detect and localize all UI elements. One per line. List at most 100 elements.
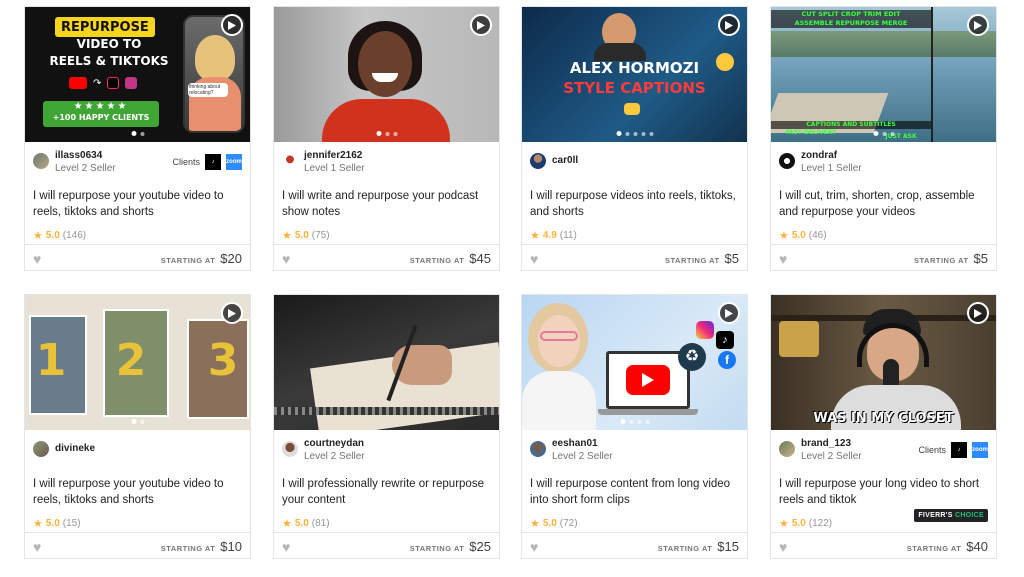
gig-card[interactable]: REPURPOSE VIDEO TO REELS & TIKTOKS ↷ ★★★… [24,6,251,271]
gig-card[interactable]: courtneydan Level 2 Seller I will profes… [273,294,500,559]
seller-name[interactable]: jennifer2162 [304,149,365,162]
carousel-dot[interactable] [620,419,625,424]
gig-thumbnail[interactable]: REPURPOSE VIDEO TO REELS & TIKTOKS ↷ ★★★… [25,7,250,142]
carousel-dot[interactable] [385,131,389,136]
carousel-dots[interactable] [131,131,144,136]
play-button[interactable] [221,14,243,36]
heart-icon[interactable]: ♥ [282,252,290,266]
carousel-dot[interactable] [873,131,878,136]
heart-icon[interactable]: ♥ [779,540,787,554]
phone-presenter [195,35,235,81]
gig-price[interactable]: $40 [966,539,988,554]
gig-card[interactable]: WAS IN MY CLOSET brand_123 Level 2 Selle… [770,294,997,559]
avatar[interactable] [530,153,546,169]
gig-price[interactable]: $10 [220,539,242,554]
seller-info: jennifer2162 Level 1 Seller [282,149,491,177]
heart-icon[interactable]: ♥ [282,540,290,554]
gig-footer: ♥ STARTING AT $20 [25,244,250,272]
carousel-dot[interactable] [641,131,645,136]
gig-price[interactable]: $20 [220,251,242,266]
avatar[interactable] [33,441,49,457]
heart-icon[interactable]: ♥ [530,252,538,266]
gig-price[interactable]: $15 [717,539,739,554]
play-button[interactable] [221,302,243,324]
gig-title[interactable]: I will repurpose content from long video… [530,477,739,508]
avatar[interactable] [779,441,795,457]
seller-name[interactable]: illass0634 [55,149,116,162]
gig-title[interactable]: I will repurpose your long video to shor… [779,477,988,508]
gig-thumbnail[interactable] [274,7,499,142]
gig-price[interactable]: $5 [974,251,988,266]
carousel-dot[interactable] [616,131,621,136]
rating-score: 5.0 [791,230,806,241]
gig-thumbnail[interactable]: ALEX HORMOZI STYLE CAPTIONS [522,7,747,142]
avatar[interactable] [779,153,795,169]
play-button[interactable] [967,302,989,324]
rating-score: 5.0 [791,518,806,529]
carousel-dot[interactable] [140,131,144,136]
carousel-dot[interactable] [140,419,144,424]
gig-price[interactable]: $45 [469,251,491,266]
reels-icon [125,77,138,89]
carousel-dot[interactable] [376,131,381,136]
gig-thumbnail[interactable]: CUT SPLIT CROP TRIM EDIT ASSEMBLE REPURP… [771,7,996,142]
gig-title[interactable]: I will cut, trim, shorten, crop, assembl… [779,189,988,220]
carousel-dots[interactable] [376,131,397,136]
seller-name[interactable]: car0ll [552,154,578,167]
heart-icon[interactable]: ♥ [33,540,41,554]
gig-title[interactable]: I will repurpose your youtube video to r… [33,189,242,220]
gig-thumbnail[interactable]: ♻ ♪ f [522,295,747,430]
seller-name[interactable]: zondraf [801,149,862,162]
carousel-dots[interactable] [620,419,649,424]
carousel-dot[interactable] [890,131,894,136]
heart-icon[interactable]: ♥ [530,540,538,554]
gig-title[interactable]: I will professionally rewrite or repurpo… [282,477,491,508]
seller-name[interactable]: divineke [55,442,95,455]
seller-name[interactable]: eeshan01 [552,437,613,450]
gig-card[interactable]: CUT SPLIT CROP TRIM EDIT ASSEMBLE REPURP… [770,6,997,271]
gig-card[interactable]: ALEX HORMOZI STYLE CAPTIONS car0ll I wil… [521,6,748,271]
gig-thumbnail[interactable]: 1 2 3 [25,295,250,430]
heart-icon[interactable]: ♥ [779,252,787,266]
gig-price[interactable]: $5 [725,251,739,266]
gig-card[interactable]: jennifer2162 Level 1 Seller I will write… [273,6,500,271]
avatar[interactable] [33,153,49,169]
carousel-dot[interactable] [633,131,637,136]
carousel-dot[interactable] [393,131,397,136]
carousel-dot[interactable] [131,419,136,424]
heart-icon[interactable]: ♥ [33,252,41,266]
carousel-dot[interactable] [645,419,649,424]
gig-card[interactable]: ♻ ♪ f eeshan01 Level 2 Seller I will rep… [521,294,748,559]
avatar[interactable] [282,153,298,169]
carousel-dot[interactable] [629,419,633,424]
play-button[interactable] [470,14,492,36]
avatar[interactable] [282,441,298,457]
play-button[interactable] [718,302,740,324]
gig-footer: ♥ STARTING AT $25 [274,532,499,560]
carousel-dot[interactable] [625,131,629,136]
carousel-dot[interactable] [649,131,653,136]
avatar[interactable] [530,441,546,457]
seller-name[interactable]: brand_123 [801,437,862,450]
seller-info: illass0634 Level 2 Seller Clients ♪ zoom [33,149,242,177]
carousel-dot[interactable] [882,131,886,136]
carousel-dot[interactable] [637,419,641,424]
seller-name[interactable]: courtneydan [304,437,365,450]
gig-thumbnail[interactable] [274,295,499,430]
play-button[interactable] [718,14,740,36]
carousel-dots[interactable] [616,131,653,136]
carousel-dot[interactable] [131,131,136,136]
gig-card[interactable]: 1 2 3 divineke I will repurpose your you… [24,294,251,559]
gig-thumbnail[interactable]: WAS IN MY CLOSET [771,295,996,430]
gig-title[interactable]: I will repurpose your youtube video to r… [33,477,242,508]
carousel-dots[interactable] [131,419,144,424]
rating-score: 5.0 [45,230,60,241]
gig-title[interactable]: I will write and repurpose your podcast … [282,189,491,220]
gig-footer: ♥ STARTING AT $40 [771,532,996,560]
thumb-text: ALEX HORMOZI [569,59,700,77]
carousel-dots[interactable] [873,131,894,136]
starting-at-label: STARTING AT [906,544,962,553]
gig-price[interactable]: $25 [469,539,491,554]
play-button[interactable] [967,14,989,36]
gig-title[interactable]: I will repurpose videos into reels, tikt… [530,189,739,220]
